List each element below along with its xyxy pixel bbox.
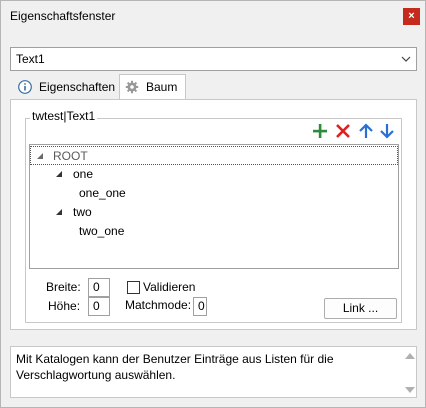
validieren-checkbox[interactable] xyxy=(127,281,140,294)
groupbox-legend: twtest|Text1 xyxy=(30,109,98,123)
chevron-down-icon xyxy=(401,56,411,62)
move-down-icon[interactable] xyxy=(378,122,396,140)
object-select[interactable]: Text1 xyxy=(10,47,417,71)
breite-label: Breite: xyxy=(46,280,81,294)
tree-view[interactable]: ROOT one one_one two two_one xyxy=(29,144,399,269)
matchmode-input[interactable]: 0 xyxy=(193,297,207,316)
tree-node-two-one[interactable]: two_one xyxy=(30,222,398,241)
add-icon[interactable] xyxy=(311,122,329,140)
tree-node-two[interactable]: two xyxy=(30,203,398,222)
move-up-icon[interactable] xyxy=(357,122,375,140)
expanded-icon[interactable] xyxy=(36,152,44,160)
tree-node-label: one_one xyxy=(79,186,126,200)
scroll-up-icon[interactable] xyxy=(404,351,416,361)
close-button[interactable]: × xyxy=(403,8,420,25)
delete-icon[interactable] xyxy=(334,122,352,140)
info-icon xyxy=(18,80,32,94)
tree-node-label: ROOT xyxy=(53,149,88,163)
tab-eigenschaften-label: Eigenschaften xyxy=(39,80,116,94)
expanded-icon[interactable] xyxy=(55,208,63,216)
tree-node-label: one xyxy=(73,167,94,181)
tab-baum[interactable]: Baum xyxy=(119,74,186,100)
matchmode-label: Matchmode: xyxy=(125,298,192,312)
tree-node-label: two_one xyxy=(79,224,125,238)
expanded-icon[interactable] xyxy=(55,170,63,178)
scroll-down-icon[interactable] xyxy=(404,385,416,395)
validieren-label: Validieren xyxy=(143,280,196,294)
hoehe-input[interactable]: 0 xyxy=(88,297,110,316)
tree-node-one-one[interactable]: one_one xyxy=(30,184,398,203)
hoehe-label: Höhe: xyxy=(48,299,81,313)
title-bar: Eigenschaftsfenster × xyxy=(1,1,425,31)
info-text: Mit Katalogen kann der Benutzer Einträge… xyxy=(16,352,334,382)
breite-input[interactable]: 0 xyxy=(88,278,110,297)
window-title: Eigenschaftsfenster xyxy=(10,9,116,23)
link-button[interactable]: Link ... xyxy=(324,298,397,319)
tree-node-label: two xyxy=(73,205,92,219)
tab-eigenschaften[interactable]: Eigenschaften xyxy=(13,75,119,99)
info-box: Mit Katalogen kann der Benutzer Einträge… xyxy=(10,346,417,398)
tree-node-root[interactable]: ROOT xyxy=(30,146,398,165)
tree-node-one[interactable]: one xyxy=(30,165,398,184)
tab-baum-label: Baum xyxy=(146,80,178,94)
gear-icon xyxy=(125,80,139,94)
object-select-value: Text1 xyxy=(16,52,45,66)
properties-window: Eigenschaftsfenster × Text1 Eigenschafte… xyxy=(0,0,426,408)
